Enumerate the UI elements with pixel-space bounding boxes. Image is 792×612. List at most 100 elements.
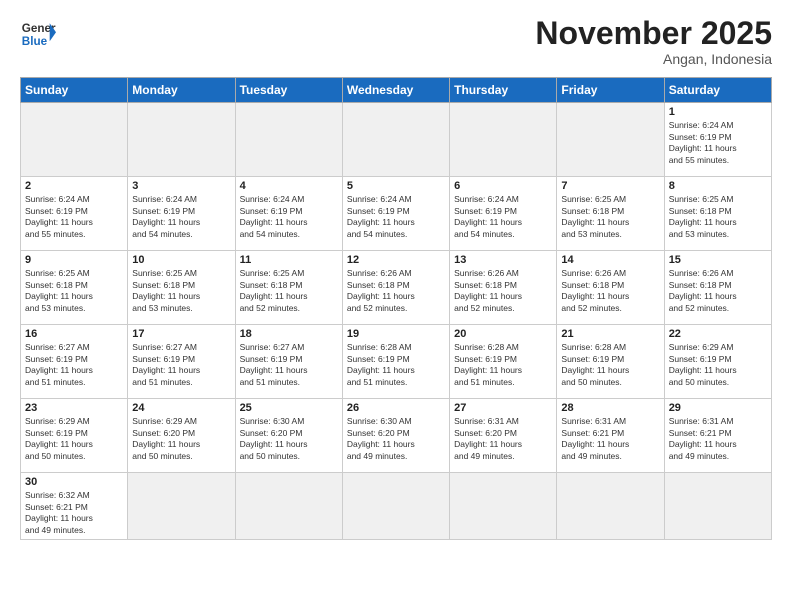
day-cell: 25 Sunrise: 6:30 AMSunset: 6:20 PMDaylig… [235, 399, 342, 473]
empty-cell [128, 103, 235, 177]
day-info: Sunrise: 6:25 AMSunset: 6:18 PMDaylight:… [669, 194, 767, 240]
day-info: Sunrise: 6:29 AMSunset: 6:20 PMDaylight:… [132, 416, 230, 462]
day-number: 14 [561, 254, 659, 266]
day-number: 27 [454, 402, 552, 414]
day-info: Sunrise: 6:28 AMSunset: 6:19 PMDaylight:… [561, 342, 659, 388]
empty-last-cell [664, 473, 771, 540]
day-number: 22 [669, 328, 767, 340]
day-info: Sunrise: 6:25 AMSunset: 6:18 PMDaylight:… [240, 268, 338, 314]
day-info: Sunrise: 6:32 AMSunset: 6:21 PMDaylight:… [25, 490, 123, 536]
day-number: 28 [561, 402, 659, 414]
day-cell: 29 Sunrise: 6:31 AMSunset: 6:21 PMDaylig… [664, 399, 771, 473]
day-number: 4 [240, 180, 338, 192]
day-cell: 15 Sunrise: 6:26 AMSunset: 6:18 PMDaylig… [664, 251, 771, 325]
day-number: 17 [132, 328, 230, 340]
day-cell: 9 Sunrise: 6:25 AMSunset: 6:18 PMDayligh… [21, 251, 128, 325]
day-cell: 3 Sunrise: 6:24 AMSunset: 6:19 PMDayligh… [128, 177, 235, 251]
day-info: Sunrise: 6:26 AMSunset: 6:18 PMDaylight:… [669, 268, 767, 314]
title-section: November 2025 Angan, Indonesia [535, 16, 772, 67]
day-number: 3 [132, 180, 230, 192]
day-cell: 1 Sunrise: 6:24 AMSunset: 6:19 PMDayligh… [664, 103, 771, 177]
header-wednesday: Wednesday [342, 78, 449, 103]
day-number: 10 [132, 254, 230, 266]
calendar-row: 23 Sunrise: 6:29 AMSunset: 6:19 PMDaylig… [21, 399, 772, 473]
day-info: Sunrise: 6:27 AMSunset: 6:19 PMDaylight:… [25, 342, 123, 388]
day-number: 13 [454, 254, 552, 266]
day-number: 29 [669, 402, 767, 414]
day-number: 8 [669, 180, 767, 192]
day-info: Sunrise: 6:24 AMSunset: 6:19 PMDaylight:… [669, 120, 767, 166]
day-number: 7 [561, 180, 659, 192]
day-info: Sunrise: 6:24 AMSunset: 6:19 PMDaylight:… [132, 194, 230, 240]
empty-last-cell [235, 473, 342, 540]
svg-text:Blue: Blue [22, 35, 48, 48]
day-cell: 27 Sunrise: 6:31 AMSunset: 6:20 PMDaylig… [450, 399, 557, 473]
page: General Blue November 2025 Angan, Indone… [0, 0, 792, 550]
day-info: Sunrise: 6:30 AMSunset: 6:20 PMDaylight:… [240, 416, 338, 462]
day-number: 12 [347, 254, 445, 266]
header-monday: Monday [128, 78, 235, 103]
day-info: Sunrise: 6:25 AMSunset: 6:18 PMDaylight:… [132, 268, 230, 314]
day-number: 5 [347, 180, 445, 192]
day-info: Sunrise: 6:31 AMSunset: 6:21 PMDaylight:… [669, 416, 767, 462]
day-number: 6 [454, 180, 552, 192]
day-cell: 24 Sunrise: 6:29 AMSunset: 6:20 PMDaylig… [128, 399, 235, 473]
day-cell: 26 Sunrise: 6:30 AMSunset: 6:20 PMDaylig… [342, 399, 449, 473]
empty-last-cell [342, 473, 449, 540]
day-cell: 4 Sunrise: 6:24 AMSunset: 6:19 PMDayligh… [235, 177, 342, 251]
day-cell: 22 Sunrise: 6:29 AMSunset: 6:19 PMDaylig… [664, 325, 771, 399]
calendar-row: 2 Sunrise: 6:24 AMSunset: 6:19 PMDayligh… [21, 177, 772, 251]
day-info: Sunrise: 6:24 AMSunset: 6:19 PMDaylight:… [347, 194, 445, 240]
day-cell: 10 Sunrise: 6:25 AMSunset: 6:18 PMDaylig… [128, 251, 235, 325]
calendar-table: Sunday Monday Tuesday Wednesday Thursday… [20, 77, 772, 540]
header-sunday: Sunday [21, 78, 128, 103]
empty-last-cell [450, 473, 557, 540]
day-info: Sunrise: 6:27 AMSunset: 6:19 PMDaylight:… [132, 342, 230, 388]
day-info: Sunrise: 6:26 AMSunset: 6:18 PMDaylight:… [454, 268, 552, 314]
month-title: November 2025 [535, 16, 772, 51]
day-cell: 28 Sunrise: 6:31 AMSunset: 6:21 PMDaylig… [557, 399, 664, 473]
calendar-row: 30 Sunrise: 6:32 AMSunset: 6:21 PMDaylig… [21, 473, 772, 540]
header-friday: Friday [557, 78, 664, 103]
logo: General Blue [20, 16, 56, 52]
day-info: Sunrise: 6:30 AMSunset: 6:20 PMDaylight:… [347, 416, 445, 462]
day-cell: 7 Sunrise: 6:25 AMSunset: 6:18 PMDayligh… [557, 177, 664, 251]
calendar-row: 16 Sunrise: 6:27 AMSunset: 6:19 PMDaylig… [21, 325, 772, 399]
empty-cell [450, 103, 557, 177]
calendar-row: 9 Sunrise: 6:25 AMSunset: 6:18 PMDayligh… [21, 251, 772, 325]
day-number: 21 [561, 328, 659, 340]
day-info: Sunrise: 6:26 AMSunset: 6:18 PMDaylight:… [347, 268, 445, 314]
day-cell: 23 Sunrise: 6:29 AMSunset: 6:19 PMDaylig… [21, 399, 128, 473]
empty-cell [342, 103, 449, 177]
day-cell: 21 Sunrise: 6:28 AMSunset: 6:19 PMDaylig… [557, 325, 664, 399]
day-cell: 11 Sunrise: 6:25 AMSunset: 6:18 PMDaylig… [235, 251, 342, 325]
day-number: 2 [25, 180, 123, 192]
day-cell: 18 Sunrise: 6:27 AMSunset: 6:19 PMDaylig… [235, 325, 342, 399]
day-cell: 16 Sunrise: 6:27 AMSunset: 6:19 PMDaylig… [21, 325, 128, 399]
day-info: Sunrise: 6:24 AMSunset: 6:19 PMDaylight:… [25, 194, 123, 240]
day-cell: 2 Sunrise: 6:24 AMSunset: 6:19 PMDayligh… [21, 177, 128, 251]
empty-cell [557, 103, 664, 177]
day-cell: 30 Sunrise: 6:32 AMSunset: 6:21 PMDaylig… [21, 473, 128, 540]
day-info: Sunrise: 6:29 AMSunset: 6:19 PMDaylight:… [669, 342, 767, 388]
day-info: Sunrise: 6:25 AMSunset: 6:18 PMDaylight:… [561, 194, 659, 240]
day-number: 24 [132, 402, 230, 414]
day-info: Sunrise: 6:31 AMSunset: 6:20 PMDaylight:… [454, 416, 552, 462]
day-info: Sunrise: 6:24 AMSunset: 6:19 PMDaylight:… [454, 194, 552, 240]
header-thursday: Thursday [450, 78, 557, 103]
weekday-header-row: Sunday Monday Tuesday Wednesday Thursday… [21, 78, 772, 103]
day-info: Sunrise: 6:24 AMSunset: 6:19 PMDaylight:… [240, 194, 338, 240]
empty-last-cell [128, 473, 235, 540]
day-info: Sunrise: 6:31 AMSunset: 6:21 PMDaylight:… [561, 416, 659, 462]
day-cell: 20 Sunrise: 6:28 AMSunset: 6:19 PMDaylig… [450, 325, 557, 399]
day-cell: 5 Sunrise: 6:24 AMSunset: 6:19 PMDayligh… [342, 177, 449, 251]
day-cell: 6 Sunrise: 6:24 AMSunset: 6:19 PMDayligh… [450, 177, 557, 251]
header-saturday: Saturday [664, 78, 771, 103]
day-info: Sunrise: 6:25 AMSunset: 6:18 PMDaylight:… [25, 268, 123, 314]
day-number: 30 [25, 476, 123, 488]
calendar-row: 1 Sunrise: 6:24 AMSunset: 6:19 PMDayligh… [21, 103, 772, 177]
day-number: 1 [669, 106, 767, 118]
day-number: 15 [669, 254, 767, 266]
day-cell: 8 Sunrise: 6:25 AMSunset: 6:18 PMDayligh… [664, 177, 771, 251]
day-cell: 12 Sunrise: 6:26 AMSunset: 6:18 PMDaylig… [342, 251, 449, 325]
